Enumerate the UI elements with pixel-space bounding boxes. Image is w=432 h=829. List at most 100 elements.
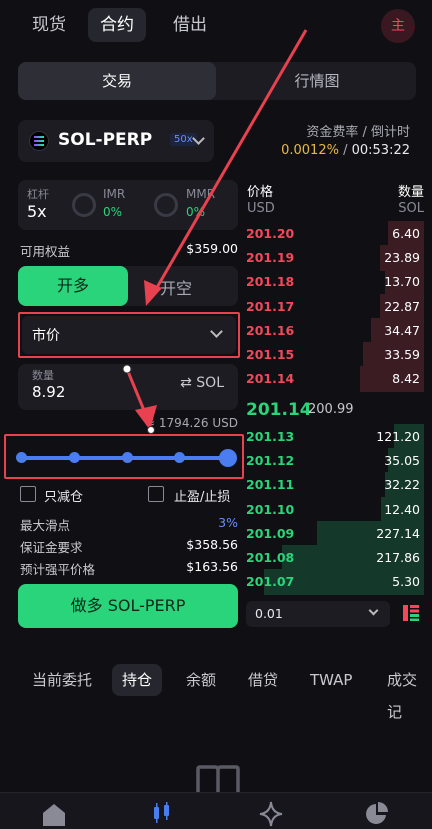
slider-stop-75[interactable] bbox=[174, 452, 185, 463]
chart-view-button[interactable]: 行情图 bbox=[218, 62, 416, 100]
ob-ask-row[interactable]: 201.19 23.89 bbox=[246, 245, 424, 272]
funding-rate: 0.0012% bbox=[281, 143, 339, 158]
candlestick-icon[interactable] bbox=[151, 802, 173, 824]
ob-bid-row[interactable]: 201.12 35.05 bbox=[246, 448, 424, 475]
ob-price-unit: USD bbox=[247, 201, 275, 216]
ob-bid-row[interactable]: 201.13 121.20 bbox=[246, 424, 424, 450]
ob-price: 201.16 bbox=[246, 322, 295, 338]
ob-qty: 8.42 bbox=[392, 371, 420, 387]
slider-stop-50[interactable] bbox=[122, 452, 133, 463]
tab-borrows[interactable]: 借贷 bbox=[238, 664, 288, 696]
info-label: 预计强平价格 bbox=[20, 562, 96, 577]
ob-price: 201.18 bbox=[246, 274, 295, 290]
available-equity-row: 可用权益 $359.00 bbox=[20, 241, 238, 260]
amount-unit-toggle[interactable]: ⇄ SOL bbox=[180, 375, 224, 391]
trade-view-button[interactable]: 交易 bbox=[18, 62, 216, 100]
home-icon[interactable] bbox=[40, 801, 68, 827]
ob-qty: 217.86 bbox=[376, 550, 420, 565]
ob-ask-row[interactable]: 201.17 22.87 bbox=[246, 293, 424, 320]
slider-knob[interactable] bbox=[219, 449, 237, 467]
reduce-only-checkbox[interactable] bbox=[20, 486, 36, 502]
ob-ask-row[interactable]: 201.14 8.42 bbox=[246, 366, 424, 393]
leverage-margin-box[interactable]: 杠杆 5x IMR 0% MMR 0% bbox=[18, 180, 238, 230]
tick-size-value: 0.01 bbox=[255, 606, 283, 621]
margin-required-row: 保证金要求 $358.56 bbox=[20, 537, 238, 556]
ob-bid-row[interactable]: 201.11 32.22 bbox=[246, 472, 424, 499]
tab-perpetual[interactable]: 合约 bbox=[88, 8, 146, 42]
imr-value: 0% bbox=[103, 205, 123, 219]
place-long-order-button[interactable]: 做多 SOL-PERP bbox=[18, 584, 238, 628]
tp-sl-checkbox[interactable] bbox=[148, 486, 164, 502]
ob-price: 201.11 bbox=[246, 477, 295, 493]
funding-separator: / bbox=[338, 143, 352, 158]
side-toggle: 开多 开空 bbox=[18, 266, 238, 306]
ob-qty: 5.30 bbox=[392, 574, 420, 590]
ob-price-header: 价格 bbox=[247, 185, 274, 200]
tick-size-select[interactable]: 0.01 bbox=[246, 601, 390, 627]
tab-trade-history[interactable]: 成交记 bbox=[377, 664, 432, 721]
open-short-button[interactable]: 开空 bbox=[160, 275, 192, 299]
account-avatar[interactable]: 主 bbox=[381, 9, 415, 43]
leverage-label: 杠杆 bbox=[27, 188, 49, 201]
slider-stop-0[interactable] bbox=[16, 452, 27, 463]
tp-sl-label: 止盈/止损 bbox=[174, 490, 231, 505]
ob-qty: 35.05 bbox=[384, 453, 420, 469]
ob-ask-row[interactable]: 201.15 33.59 bbox=[246, 342, 424, 368]
market-name: SOL-PERP bbox=[58, 130, 153, 150]
mmr-ring-icon bbox=[154, 193, 178, 217]
available-equity-value: $359.00 bbox=[186, 241, 238, 256]
ob-qty: 23.89 bbox=[384, 250, 420, 266]
ob-qty: 34.47 bbox=[384, 322, 420, 338]
tab-twap[interactable]: TWAP bbox=[300, 664, 362, 696]
ob-price: 201.14 bbox=[246, 371, 295, 387]
tab-lend[interactable]: 借出 bbox=[161, 8, 219, 42]
imr-ring-icon bbox=[72, 193, 96, 217]
amount-input[interactable]: 数量 8.92 ⇄ SOL bbox=[18, 364, 238, 410]
ob-price: 201.13 bbox=[246, 429, 295, 444]
tab-positions[interactable]: 持仓 bbox=[112, 664, 163, 696]
ob-price: 201.19 bbox=[246, 250, 295, 266]
max-slippage-row: 最大滑点 3% bbox=[20, 515, 238, 534]
sparkle-icon[interactable] bbox=[258, 800, 284, 828]
amount-label: 数量 bbox=[32, 369, 54, 382]
open-long-button[interactable]: 开多 bbox=[18, 266, 128, 306]
ob-qty-unit: SOL bbox=[398, 201, 424, 216]
market-selector[interactable]: SOL-PERP 50x bbox=[18, 120, 214, 162]
info-value: $358.56 bbox=[186, 537, 238, 552]
ob-price: 201.17 bbox=[246, 298, 295, 314]
funding-value: 0.0012% / 00:53:22 bbox=[281, 143, 410, 158]
ob-price: 201.07 bbox=[246, 574, 295, 590]
amount-value[interactable]: 8.92 bbox=[32, 383, 65, 401]
tab-spot[interactable]: 现货 bbox=[20, 8, 78, 42]
orderbook-layout-icon[interactable] bbox=[402, 604, 420, 622]
ob-bid-row[interactable]: 201.10 12.40 bbox=[246, 496, 424, 523]
pie-chart-icon[interactable] bbox=[364, 801, 390, 827]
sol-logo-icon bbox=[29, 131, 49, 151]
tab-open-orders[interactable]: 当前委托 bbox=[22, 664, 102, 696]
slider-stop-25[interactable] bbox=[69, 452, 80, 463]
tab-balances[interactable]: 余额 bbox=[176, 664, 226, 696]
ob-qty: 6.40 bbox=[392, 226, 420, 241]
mmr-label: MMR bbox=[186, 187, 216, 201]
info-value: $163.56 bbox=[186, 559, 238, 574]
view-switch: 交易 行情图 bbox=[18, 62, 416, 100]
ob-qty: 33.59 bbox=[384, 347, 420, 362]
ob-price: 201.20 bbox=[246, 226, 295, 241]
ob-bid-row[interactable]: 201.08 217.86 bbox=[246, 545, 424, 571]
est-liquidation-row: 预计强平价格 $163.56 bbox=[20, 559, 238, 578]
ob-ask-row[interactable]: 201.20 6.40 bbox=[246, 221, 424, 247]
ob-mark-price: 200.99 bbox=[308, 402, 354, 417]
info-label: 保证金要求 bbox=[20, 540, 83, 555]
ob-qty: 13.70 bbox=[384, 274, 420, 290]
ob-ask-row[interactable]: 201.18 13.70 bbox=[246, 269, 424, 296]
ob-ask-row[interactable]: 201.16 34.47 bbox=[246, 317, 424, 344]
funding-label: 资金费率 / 倒计时 bbox=[306, 125, 410, 140]
bottom-nav bbox=[0, 792, 432, 829]
ob-bid-row[interactable]: 201.07 5.30 bbox=[246, 569, 424, 596]
max-slippage-value[interactable]: 3% bbox=[218, 515, 238, 530]
ob-bid-row[interactable]: 201.09 227.14 bbox=[246, 520, 424, 547]
ob-price: 201.09 bbox=[246, 525, 295, 541]
ob-qty: 12.40 bbox=[384, 501, 420, 517]
leverage-value[interactable]: 5x bbox=[27, 202, 47, 221]
chevron-down-icon bbox=[368, 605, 379, 616]
